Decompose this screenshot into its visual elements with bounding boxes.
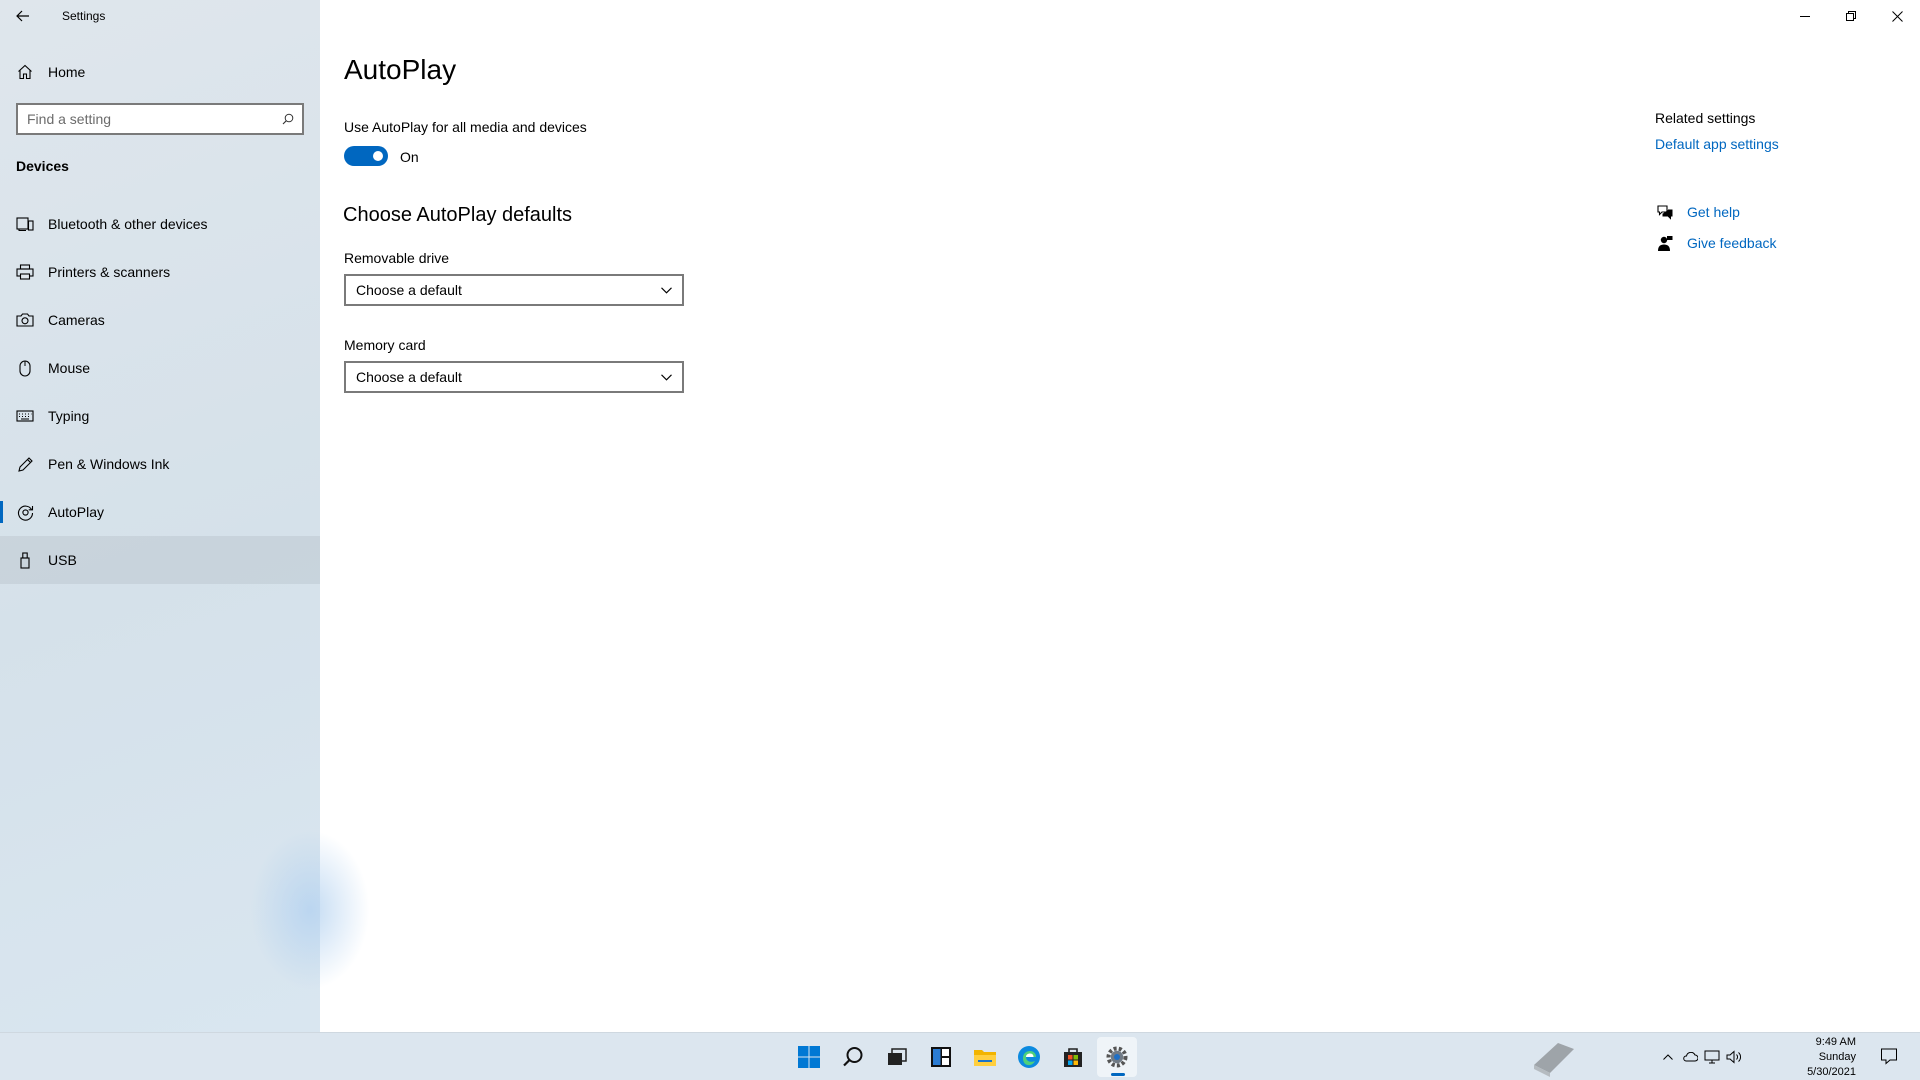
mouse-icon — [15, 358, 35, 378]
memory-card-label: Memory card — [344, 337, 426, 353]
watermark-logo — [1528, 1035, 1580, 1079]
feedback-icon — [1655, 233, 1675, 253]
system-tray — [1657, 1033, 1745, 1080]
app-title: Settings — [62, 9, 106, 23]
sidebar-item-home[interactable]: Home — [0, 48, 320, 96]
search-icon — [843, 1047, 863, 1067]
start-button[interactable] — [789, 1037, 829, 1077]
search-icon — [282, 113, 294, 125]
sidebar-item-bluetooth[interactable]: Bluetooth & other devices — [0, 200, 320, 248]
removable-drive-dropdown[interactable]: Choose a default — [344, 274, 684, 306]
autoplay-icon — [15, 502, 35, 522]
notification-icon — [1881, 1048, 1897, 1065]
give-feedback-link[interactable]: Give feedback — [1687, 235, 1777, 251]
chevron-down-icon — [661, 373, 672, 381]
usb-icon — [15, 550, 35, 570]
printer-icon — [15, 262, 35, 282]
clock-date: 5/30/2021 — [1807, 1066, 1856, 1078]
taskbar-search-button[interactable] — [833, 1037, 873, 1077]
memory-card-dropdown[interactable]: Choose a default — [344, 361, 684, 393]
volume-icon[interactable] — [1723, 1046, 1745, 1068]
clock-time: 9:49 AM — [1815, 1036, 1856, 1048]
camera-icon — [15, 310, 35, 330]
sidebar-item-printers[interactable]: Printers & scanners — [0, 248, 320, 296]
task-view-button[interactable] — [877, 1037, 917, 1077]
give-feedback-row[interactable]: Give feedback — [1655, 233, 1777, 253]
sidebar-item-label: Printers & scanners — [48, 264, 171, 280]
get-help-icon — [1655, 202, 1675, 222]
taskbar: 9:49 AM Sunday 5/30/2021 — [0, 1032, 1920, 1080]
sidebar-item-pen[interactable]: Pen & Windows Ink — [0, 440, 320, 488]
bluetooth-devices-icon — [15, 214, 35, 234]
related-settings: Related settings Default app settings — [1655, 110, 1895, 152]
sidebar-item-mouse[interactable]: Mouse — [0, 344, 320, 392]
notification-button[interactable] — [1880, 1047, 1900, 1067]
clock-day: Sunday — [1818, 1051, 1856, 1063]
sidebar-item-autoplay[interactable]: AutoPlay — [0, 488, 320, 536]
get-help-row[interactable]: Get help — [1655, 202, 1740, 222]
sidebar-item-label: AutoPlay — [48, 504, 105, 520]
toggle-knob — [373, 151, 383, 161]
search-input[interactable] — [27, 111, 267, 127]
title-bar: Settings — [0, 0, 320, 32]
dropdown-value: Choose a default — [356, 369, 462, 385]
cloud-icon[interactable] — [1679, 1046, 1701, 1068]
section-heading: Devices — [16, 158, 69, 174]
sidebar-item-typing[interactable]: Typing — [0, 392, 320, 440]
chevron-up-icon[interactable] — [1657, 1046, 1679, 1068]
sidebar-item-label: Typing — [48, 408, 90, 424]
store-icon — [1064, 1048, 1082, 1067]
widgets-button[interactable] — [921, 1037, 961, 1077]
sidebar-item-cameras[interactable]: Cameras — [0, 296, 320, 344]
start-icon — [798, 1046, 820, 1068]
file-explorer-icon — [974, 1050, 996, 1066]
sidebar-item-label: Cameras — [48, 312, 105, 328]
search-box[interactable] — [16, 103, 304, 135]
related-settings-heading: Related settings — [1655, 110, 1756, 126]
taskbar-apps — [787, 1033, 1139, 1080]
sidebar-item-label: Bluetooth & other devices — [48, 216, 208, 232]
keyboard-icon — [15, 406, 35, 426]
sidebar-item-label: Pen & Windows Ink — [48, 456, 170, 472]
clock[interactable]: 9:49 AM Sunday 5/30/2021 — [1807, 1035, 1856, 1080]
autoplay-toggle-label: Use AutoPlay for all media and devices — [344, 119, 587, 135]
file-explorer-button[interactable] — [965, 1037, 1005, 1077]
main-content: AutoPlay Use AutoPlay for all media and … — [320, 0, 1920, 1032]
page-title: AutoPlay — [344, 54, 457, 85]
get-help-link[interactable]: Get help — [1687, 204, 1740, 220]
task-view-icon — [888, 1048, 907, 1065]
sidebar-item-label: USB — [48, 552, 77, 568]
sidebar-item-label: Home — [48, 64, 86, 80]
toggle-state-text: On — [400, 149, 419, 165]
settings-taskbar-button[interactable] — [1097, 1037, 1137, 1077]
network-icon[interactable] — [1701, 1046, 1723, 1068]
widgets-icon — [931, 1047, 951, 1067]
autoplay-toggle[interactable] — [344, 146, 388, 166]
store-button[interactable] — [1053, 1037, 1093, 1077]
removable-drive-label: Removable drive — [344, 250, 450, 266]
dropdown-value: Choose a default — [356, 282, 462, 298]
edge-icon — [1018, 1046, 1040, 1068]
settings-icon — [1106, 1046, 1128, 1068]
chevron-down-icon — [661, 286, 672, 294]
sidebar-item-usb[interactable]: USB — [0, 536, 320, 584]
edge-button[interactable] — [1009, 1037, 1049, 1077]
sidebar: Settings Home Devices Bluetooth & other … — [0, 0, 370, 1032]
default-app-settings-link[interactable]: Default app settings — [1655, 136, 1895, 152]
back-button[interactable] — [0, 0, 46, 32]
pen-icon — [15, 454, 35, 474]
sidebar-item-label: Mouse — [48, 360, 91, 376]
back-arrow-icon — [16, 10, 29, 22]
defaults-section-title: Choose AutoPlay defaults — [343, 204, 573, 226]
home-icon — [15, 62, 35, 82]
